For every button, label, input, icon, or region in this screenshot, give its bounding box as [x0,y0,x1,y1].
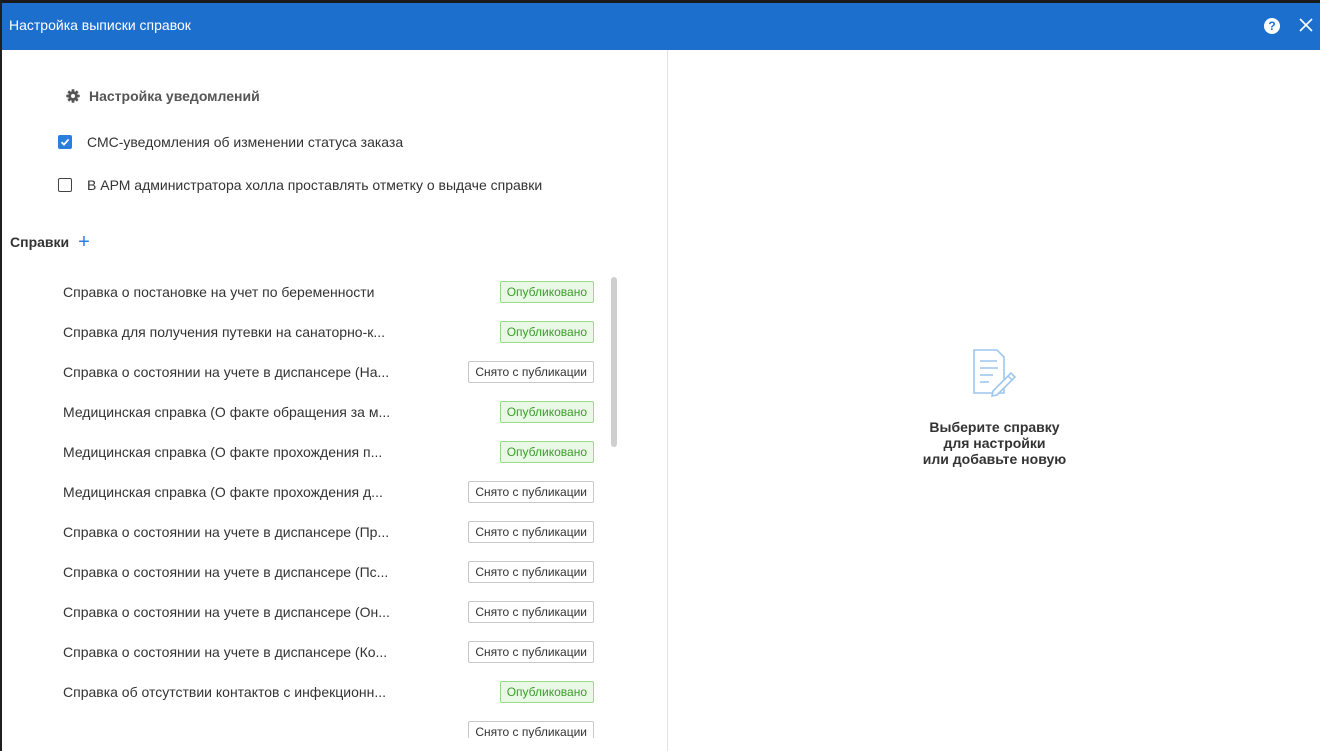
list-item[interactable]: Справка о состоянии на учете в диспансер… [2,352,612,392]
empty-state-line: для настройки [943,435,1046,451]
certificate-name[interactable]: Медицинская справка (О факте прохождения… [63,484,383,500]
document-edit-icon [972,349,1016,398]
status-badge: Опубликовано [499,401,594,423]
certificate-name[interactable]: Справка о состоянии на учете в диспансер… [63,524,389,540]
status-badge: Снято с публикации [468,361,594,383]
hall-admin-mark-option[interactable]: В АРМ администратора холла проставлять о… [58,177,542,193]
help-icon[interactable]: ? [1264,18,1280,34]
notifications-heading-label: Настройка уведомлений [89,88,260,104]
certificates-heading-label: Справки [10,234,70,250]
window-title: Настройка выписки справок [9,17,191,33]
sms-notification-option[interactable]: СМС-уведомления об изменении статуса зак… [58,134,403,150]
status-badge: Опубликовано [499,321,594,343]
sms-notification-label: СМС-уведомления об изменении статуса зак… [87,134,404,150]
notifications-heading: Настройка уведомлений [66,88,260,104]
list-item[interactable]: Снято с публикации [2,712,612,738]
certificate-name[interactable]: Справка о состоянии на учете в диспансер… [63,604,390,620]
certificate-name[interactable]: Справка об отсутствии контактов с инфекц… [63,684,386,700]
gear-icon [66,89,80,103]
certificate-name[interactable]: Справка о постановке на учет по беременн… [63,284,375,300]
certificate-name[interactable]: Справка о состоянии на учете в диспансер… [63,564,388,580]
close-icon[interactable] [1296,15,1316,35]
list-item[interactable]: Справка об отсутствии контактов с инфекц… [2,672,612,712]
empty-state-line: Выберите справку [929,419,1060,435]
list-scrollbar[interactable] [611,277,617,447]
list-item[interactable]: Справка о состоянии на учете в диспансер… [2,552,612,592]
checkbox-checked[interactable] [58,135,72,149]
list-item[interactable]: Справка для получения путевки на санатор… [2,312,612,352]
details-panel: Выберите справку для настройки или добав… [669,50,1320,751]
status-badge: Снято с публикации [468,561,594,583]
empty-state: Выберите справку для настройки или добав… [669,347,1320,467]
status-badge: Снято с публикации [468,641,594,663]
list-item[interactable]: Справка о состоянии на учете в диспансер… [2,632,612,672]
settings-panel: Настройка уведомлений СМС-уведомления об… [2,50,668,751]
status-badge: Опубликовано [499,441,594,463]
list-item[interactable]: Медицинская справка (О факте прохождения… [2,472,612,512]
certificate-name[interactable]: Медицинская справка (О факте прохождения… [63,444,382,460]
status-badge: Снято с публикации [468,521,594,543]
status-badge: Снято с публикации [468,721,594,738]
status-badge: Снято с публикации [468,481,594,503]
dialog-window: Настройка выписки справок ? Настройка ув… [0,0,1320,751]
certificate-name[interactable]: Справка о состоянии на учете в диспансер… [63,644,387,660]
certificate-name[interactable]: Справка о состоянии на учете в диспансер… [63,364,389,380]
certificate-name[interactable]: Медицинская справка (О факте обращения з… [63,404,390,420]
status-badge: Опубликовано [499,681,594,703]
list-item[interactable]: Справка о постановке на учет по беременн… [2,272,612,312]
status-badge: Опубликовано [499,281,594,303]
certificates-list: Справка о постановке на учет по беременн… [2,272,612,738]
list-item[interactable]: Медицинская справка (О факте прохождения… [2,432,612,472]
certificate-name[interactable]: Справка для получения путевки на санатор… [63,324,385,340]
certificates-heading: Справки + [10,232,90,252]
plus-icon[interactable]: + [78,232,90,252]
title-bar: Настройка выписки справок ? [2,0,1320,50]
hall-admin-mark-label: В АРМ администратора холла проставлять о… [87,177,543,193]
status-badge: Снято с публикации [468,601,594,623]
checkmark-icon [60,138,70,146]
list-item[interactable]: Справка о состоянии на учете в диспансер… [2,512,612,552]
empty-state-line: или добавьте новую [922,451,1067,467]
list-item[interactable]: Справка о состоянии на учете в диспансер… [2,592,612,632]
list-item[interactable]: Медицинская справка (О факте обращения з… [2,392,612,432]
checkbox-unchecked[interactable] [58,178,72,192]
